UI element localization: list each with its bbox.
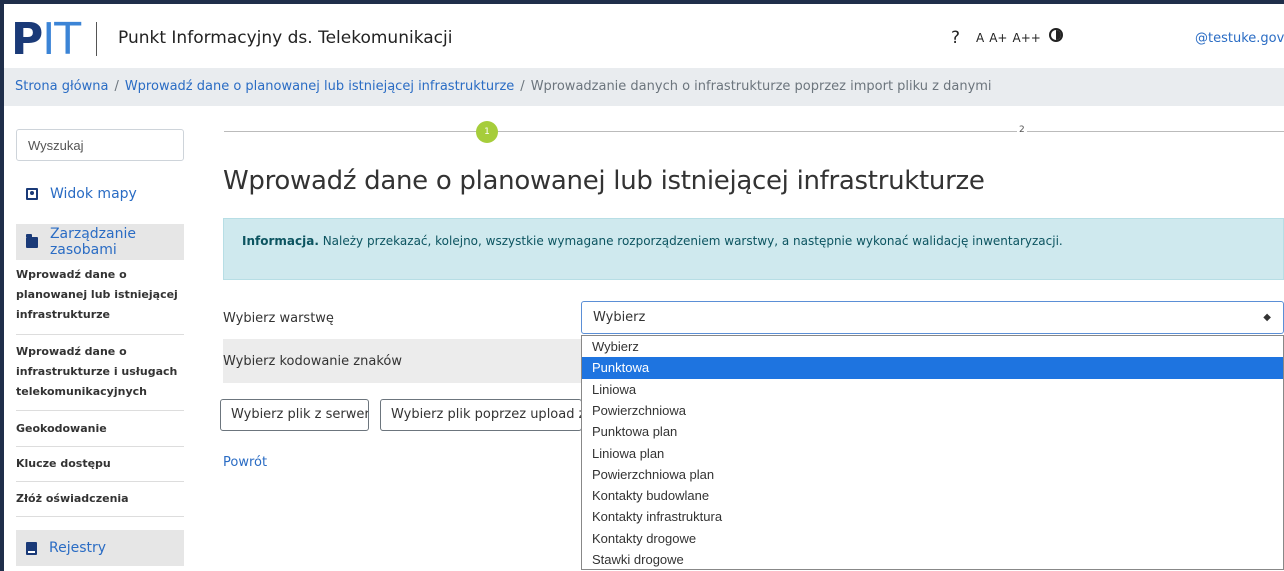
breadcrumb: Strona główna / Wprowadź dane o planowanej… (4, 68, 1284, 106)
font-size-xlarge[interactable]: A++ (1012, 31, 1040, 45)
sidebar-item-label: infrastrukturze i usługach (16, 365, 178, 378)
info-alert-text: Należy przekazać, kolejno, wszystkie wym… (318, 234, 1063, 248)
dropdown-option[interactable]: Liniowa plan (582, 443, 1283, 464)
app-title: Punkt Informacyjny ds. Telekomunikacji (118, 28, 453, 48)
page-title: Wprowadź dane o planowanej lub istniejąc… (223, 166, 985, 196)
book-icon (26, 541, 37, 555)
font-size-normal[interactable]: A (976, 31, 984, 45)
dropdown-option[interactable]: Kontakty budowlane (582, 485, 1283, 506)
sidebar-item-access-keys[interactable]: Klucze dostępu (16, 454, 184, 482)
sidebar-item-label: telekomunikacyjnych (16, 385, 147, 398)
breadcrumb-separator: / (520, 79, 525, 94)
app-header: PIT Punkt Informacyjny ds. Telekomunikac… (4, 4, 1284, 64)
sidebar-item-geocoding[interactable]: Geokodowanie (16, 419, 184, 447)
contrast-icon[interactable] (1049, 28, 1063, 42)
upload-file-button[interactable]: Wybierz plik poprzez upload z dysku (380, 399, 582, 431)
breadcrumb-separator: / (114, 79, 119, 94)
dropdown-option[interactable]: Liniowa (582, 379, 1283, 400)
breadcrumb-home[interactable]: Strona główna (15, 79, 108, 94)
logo-it: IT (42, 14, 81, 65)
sidebar-item-label: Złóż oświadczenia (16, 492, 129, 505)
sidebar-item-label: Wprowadź dane o (16, 345, 127, 358)
pit-logo[interactable]: PIT (11, 18, 81, 62)
dropdown-option-selected[interactable]: Punktowa (582, 357, 1283, 379)
info-alert-heading: Informacja. (242, 234, 319, 248)
sidebar-item-label: infrastrukturze (16, 308, 110, 321)
stepper-line (224, 131, 1284, 132)
info-alert: Informacja. Należy przekazać, kolejno, w… (223, 218, 1284, 280)
dropdown-option[interactable]: Kontakty infrastruktura (582, 506, 1283, 527)
step-1-indicator: 1 (476, 121, 498, 143)
sidebar-section-resources[interactable]: Zarządzanie zasobami (16, 224, 184, 260)
search-input[interactable] (16, 129, 184, 161)
logo-divider (96, 22, 97, 56)
dropdown-option[interactable]: Punktowa plan (582, 421, 1283, 442)
step-2-indicator: 2 (1017, 125, 1027, 135)
layer-label: Wybierz warstwę (223, 311, 334, 326)
select-server-file-button[interactable]: Wybierz plik z serwera (220, 399, 369, 431)
dropdown-option[interactable]: Kontakty drogowe (582, 528, 1283, 549)
sidebar-item-label: Geokodowanie (16, 422, 107, 435)
sidebar-item-map-view[interactable]: Widok mapy (26, 186, 137, 202)
user-menu[interactable]: @testuke.gov.pl▼ (1195, 31, 1284, 46)
breadcrumb-parent[interactable]: Wprowadź dane o planowanej lub istniejąc… (125, 79, 514, 94)
select-arrows-icon: ◆ (1263, 312, 1271, 323)
font-size-controls: A A+ A++ (976, 31, 1041, 45)
logo-p: P (11, 14, 43, 65)
back-link[interactable]: Powrót (223, 455, 267, 470)
user-email: @testuke.gov.pl (1195, 31, 1284, 46)
sidebar-item-declarations[interactable]: Złóż oświadczenia (16, 489, 184, 517)
sidebar-section-label: Rejestry (49, 540, 107, 556)
sidebar-item-label: Widok mapy (50, 186, 137, 202)
dropdown-option[interactable]: Stawki drogowe (582, 549, 1283, 570)
sidebar: Widok mapy Zarządzanie zasobami Wprowadź… (16, 106, 184, 571)
sidebar-item-label: Wprowadź dane o (16, 268, 127, 281)
sidebar-item-planned-infrastructure[interactable]: Wprowadź dane o planowanej lub istniejąc… (16, 265, 184, 335)
sidebar-item-telecom-services[interactable]: Wprowadź dane o infrastrukturze i usługa… (16, 342, 184, 411)
encoding-label: Wybierz kodowanie znaków (223, 354, 402, 369)
sidebar-section-label: Zarządzanie zasobami (49, 226, 136, 258)
layer-select-dropdown: Wybierz Punktowa Liniowa Powierzchniowa … (581, 335, 1284, 570)
dropdown-option[interactable]: Powierzchniowa plan (582, 464, 1283, 485)
font-size-large[interactable]: A+ (989, 31, 1007, 45)
map-icon (26, 188, 38, 200)
sidebar-section-registers[interactable]: Rejestry (16, 530, 184, 566)
folder-icon (26, 233, 38, 248)
layer-select[interactable]: Wybierz ◆ (581, 301, 1284, 334)
dropdown-option[interactable]: Wybierz (582, 336, 1283, 357)
dropdown-option[interactable]: Powierzchniowa (582, 400, 1283, 421)
sidebar-item-label: Klucze dostępu (16, 457, 111, 470)
help-icon[interactable]: ? (951, 28, 960, 48)
sidebar-item-label: planowanej lub istniejącej (16, 288, 178, 301)
layer-select-value: Wybierz (593, 310, 646, 325)
breadcrumb-current: Wprowadzanie danych o infrastrukturze po… (530, 79, 992, 94)
